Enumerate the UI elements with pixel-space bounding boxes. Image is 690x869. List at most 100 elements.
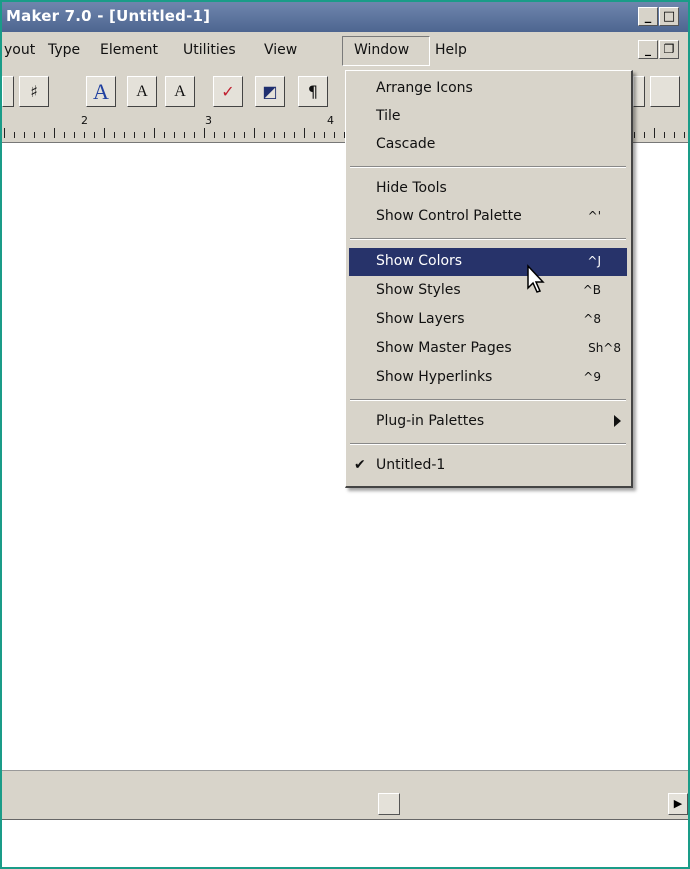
ruler-tick: [274, 132, 275, 138]
paragraph-icon[interactable]: ¶: [298, 76, 328, 107]
menu-item-untitled-1[interactable]: ✔ Untitled-1: [349, 452, 627, 480]
ruler-tick: [134, 132, 135, 138]
spellcheck-icon[interactable]: ✓: [213, 76, 243, 107]
superscript-icon[interactable]: A: [127, 76, 157, 107]
menu-bar: yout Type Element Utilities View Window …: [2, 32, 688, 70]
menu-separator: [350, 443, 626, 445]
ruler-tick: [154, 128, 155, 138]
horizontal-scrollbar[interactable]: ▶: [2, 770, 688, 820]
restore-button[interactable]: □: [659, 7, 679, 26]
ruler-tick: [244, 132, 245, 138]
menu-item-show-master-pages[interactable]: Show Master Pages Sh^8: [349, 335, 627, 363]
ruler-tick: [254, 128, 255, 138]
minimize-button[interactable]: _: [638, 7, 658, 26]
ruler-tick: [224, 132, 225, 138]
menu-type[interactable]: Type: [48, 42, 80, 58]
menu-item-label: Tile: [376, 108, 401, 124]
menu-item-label: Show Colors: [376, 253, 463, 269]
scroll-right-arrow-icon[interactable]: ▶: [668, 793, 688, 815]
ruler-tick: [644, 132, 645, 138]
menu-item-hide-tools[interactable]: Hide Tools: [349, 175, 627, 203]
application-window: Maker 7.0 - [Untitled-1] _ □ yout Type E…: [0, 0, 690, 869]
mouse-cursor-icon: [527, 264, 545, 293]
ruler-tick: [334, 132, 335, 138]
menu-item-label: Hide Tools: [376, 180, 447, 196]
menu-item-arrange-icons[interactable]: Arrange Icons: [349, 75, 627, 103]
ruler-tick: [324, 132, 325, 138]
ruler-tick: [684, 132, 685, 138]
menu-item-label: Show Hyperlinks: [376, 369, 493, 385]
ruler-tick: [304, 128, 305, 138]
menu-item-show-styles[interactable]: Show Styles ^B: [349, 277, 627, 305]
menu-utilities[interactable]: Utilities: [183, 42, 236, 58]
ruler-tick: [234, 132, 235, 138]
menu-item-shortcut: Sh^8: [588, 341, 621, 355]
menu-item-label: Arrange Icons: [376, 80, 473, 96]
menu-item-shortcut: ^8: [583, 312, 601, 326]
menu-window[interactable]: Window: [354, 42, 409, 58]
menu-item-label: Show Master Pages: [376, 340, 512, 356]
fill-icon[interactable]: ◩: [255, 76, 285, 107]
ruler-tick: [4, 128, 5, 138]
menu-view[interactable]: View: [264, 42, 297, 58]
ruler-tick: [314, 132, 315, 138]
subscript-icon[interactable]: A: [165, 76, 195, 107]
ruler-tick: [184, 132, 185, 138]
palette-icon[interactable]: [650, 76, 680, 107]
menu-layout[interactable]: yout: [4, 42, 35, 58]
menu-separator: [350, 166, 626, 168]
menu-separator: [350, 238, 626, 240]
ruler-tick: [264, 132, 265, 138]
menu-item-plug-in-palettes[interactable]: Plug-in Palettes: [349, 408, 627, 436]
ruler-tick: [294, 132, 295, 138]
ruler-tick: [634, 132, 635, 138]
menu-item-show-colors[interactable]: Show Colors ^J: [349, 248, 627, 276]
menu-item-show-control-palette[interactable]: Show Control Palette ^': [349, 203, 627, 231]
ruler-tick: [104, 128, 105, 138]
menu-help[interactable]: Help: [435, 42, 467, 58]
menu-item-label: Show Styles: [376, 282, 461, 298]
ruler-tick: [84, 132, 85, 138]
menu-element[interactable]: Element: [100, 42, 158, 58]
menu-item-shortcut: ^9: [583, 370, 601, 384]
ruler-tick: [44, 132, 45, 138]
window-menu-dropdown: Arrange Icons Tile Cascade Hide Tools Sh…: [345, 70, 633, 488]
submenu-arrow-icon: [614, 415, 621, 427]
menu-item-label: Show Control Palette: [376, 208, 522, 224]
ruler-tick: [54, 128, 55, 138]
menu-item-label: Untitled-1: [376, 457, 446, 473]
menu-item-show-layers[interactable]: Show Layers ^8: [349, 306, 627, 334]
menu-item-tile[interactable]: Tile: [349, 103, 627, 131]
ruler-tick: [124, 132, 125, 138]
doc-minimize-button[interactable]: _: [638, 40, 658, 59]
menu-item-cascade[interactable]: Cascade: [349, 131, 627, 159]
doc-restore-button[interactable]: ❐: [659, 40, 679, 59]
menu-item-label: Plug-in Palettes: [376, 413, 485, 429]
ruler-tick: [194, 132, 195, 138]
binoculars-icon[interactable]: ♯: [19, 76, 49, 107]
ruler-label: 2: [81, 114, 88, 127]
ruler-tick: [34, 132, 35, 138]
checkmark-icon: ✔: [354, 457, 366, 473]
ruler-tick: [24, 132, 25, 138]
toolbar-partial-button[interactable]: [2, 76, 14, 107]
ruler-tick: [164, 132, 165, 138]
scrollbar-thumb[interactable]: [378, 793, 400, 815]
ruler-tick: [144, 132, 145, 138]
ruler-tick: [214, 132, 215, 138]
ruler-tick: [664, 132, 665, 138]
menu-item-shortcut: ^J: [587, 254, 601, 268]
menu-item-label: Show Layers: [376, 311, 465, 327]
toolbar-partial-button-right[interactable]: [633, 76, 645, 107]
menu-item-label: Cascade: [376, 136, 436, 152]
window-title: Maker 7.0 - [Untitled-1]: [6, 7, 211, 25]
ruler-label: 4: [327, 114, 334, 127]
menu-item-show-hyperlinks[interactable]: Show Hyperlinks ^9: [349, 364, 627, 392]
ruler-tick: [94, 132, 95, 138]
title-bar: Maker 7.0 - [Untitled-1] _ □: [2, 2, 688, 32]
ruler-tick: [64, 132, 65, 138]
menu-separator: [350, 399, 626, 401]
text-tool-icon[interactable]: A: [86, 76, 116, 107]
menu-item-shortcut: ^': [587, 209, 601, 223]
ruler-tick: [114, 132, 115, 138]
